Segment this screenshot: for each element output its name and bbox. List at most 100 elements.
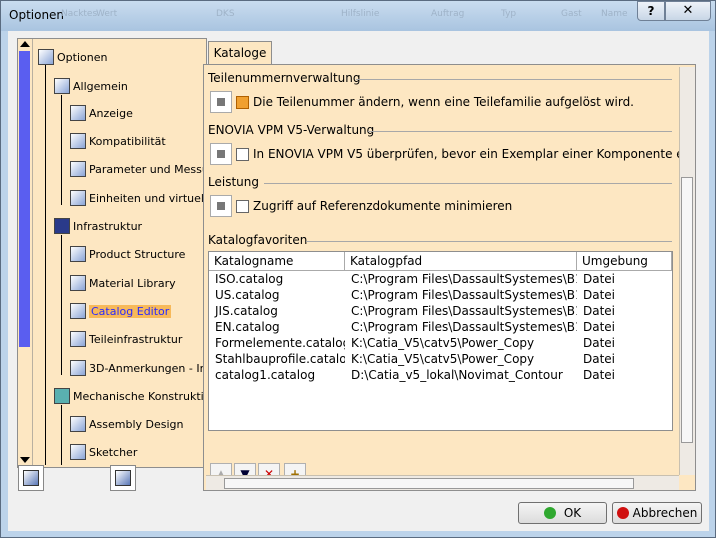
- units-icon: [70, 190, 86, 206]
- tree-item-einheiten[interactable]: Einheiten und virtuelle: [70, 188, 206, 208]
- column-header-umgebung[interactable]: Umgebung: [577, 252, 672, 270]
- change-part-number-checkbox[interactable]: [236, 95, 249, 109]
- tree-line: [61, 235, 62, 375]
- home-options-button[interactable]: [18, 465, 44, 491]
- infrastructure-icon: [54, 218, 70, 234]
- table-header: Katalogname Katalogpfad Umgebung: [209, 252, 672, 271]
- background-text: Nacktes: [61, 9, 98, 19]
- help-button[interactable]: ?: [637, 1, 665, 21]
- section-divider: [306, 241, 672, 242]
- lock-button[interactable]: [210, 91, 232, 113]
- assembly-design-icon: [70, 416, 86, 432]
- background-text: Wert: [96, 9, 118, 19]
- table-row[interactable]: catalog1.catalog D:\Catia_v5_lokal\Novima…: [209, 367, 672, 383]
- tree-item-allgemein[interactable]: Allgemein: [54, 76, 128, 96]
- tree-line: [61, 405, 62, 465]
- tab-kataloge[interactable]: Kataloge: [208, 41, 272, 65]
- enovia-check-checkbox[interactable]: [236, 147, 249, 161]
- part-infrastructure-icon: [70, 331, 86, 347]
- ok-button[interactable]: OK: [518, 502, 607, 524]
- tree-item-parameter[interactable]: Parameter und Messungen: [70, 159, 206, 179]
- section-divider: [368, 131, 672, 132]
- option-row-part-number: Die Teilenummer ändern, wenn eine Teilef…: [210, 91, 634, 113]
- tree-item-kompatibilitaet[interactable]: Kompatibilität: [70, 131, 166, 151]
- change-part-number-label: Die Teilenummer ändern, wenn eine Teilef…: [253, 95, 634, 109]
- tree-item-3d-anmerkungen[interactable]: 3D-Anmerkungen - Infrastruktur: [70, 358, 206, 378]
- options-tree: Optionen Allgemein Anzeige Kompatibilitä…: [17, 38, 207, 468]
- table-row[interactable]: Formelemente.catalog K:\Catia_V5\catv5\Po…: [209, 335, 672, 351]
- ok-icon: [543, 507, 556, 519]
- background-text: DKS: [216, 9, 235, 19]
- table-row[interactable]: EN.catalog C:\Program Files\DassaultSyste…: [209, 319, 672, 335]
- tree-line: [61, 95, 62, 205]
- table-row[interactable]: Stahlbauprofile.catalog K:\Catia_V5\catv5…: [209, 351, 672, 367]
- sketcher-icon: [70, 444, 86, 460]
- option-row-enovia: In ENOVIA VPM V5 überprüfen, bevor ein E…: [210, 143, 695, 165]
- section-divider: [356, 79, 672, 80]
- export-options-icon: [115, 470, 131, 486]
- options-root-icon: [38, 49, 54, 65]
- background-text: Name: [601, 9, 628, 19]
- vertical-scroll-thumb[interactable]: [681, 177, 693, 443]
- lock-button[interactable]: [210, 195, 232, 217]
- scroll-down-arrow-icon[interactable]: [20, 457, 30, 463]
- minimize-access-label: Zugriff auf Referenzdokumente minimieren: [253, 199, 513, 213]
- cancel-button[interactable]: Abbrechen: [612, 502, 702, 524]
- column-header-katalogname[interactable]: Katalogname: [209, 252, 345, 270]
- tree-item-teileinfrastruktur[interactable]: Teileinfrastruktur: [70, 329, 182, 349]
- export-options-button[interactable]: [110, 465, 136, 491]
- table-row[interactable]: US.catalog C:\Program Files\DassaultSyste…: [209, 287, 672, 303]
- catalog-favorites-table: Katalogname Katalogpfad Umgebung ISO.cat…: [208, 251, 673, 431]
- horizontal-scroll-thumb[interactable]: [224, 478, 634, 489]
- section-title-enovia: ENOVIA VPM V5-Verwaltung: [208, 123, 375, 137]
- table-row[interactable]: ISO.catalog C:\Program Files\DassaultSyst…: [209, 271, 672, 287]
- tree-item-infrastruktur[interactable]: Infrastruktur: [54, 216, 142, 236]
- lock-button[interactable]: [210, 143, 232, 165]
- 3d-annotations-icon: [70, 360, 86, 376]
- tree-line: [45, 65, 46, 465]
- minimize-access-checkbox[interactable]: [236, 199, 249, 213]
- material-library-icon: [70, 275, 86, 291]
- background-text: Hilfslinie: [341, 9, 380, 19]
- tree-item-mechanische-konstruktion[interactable]: Mechanische Konstruktion: [54, 386, 206, 406]
- close-button[interactable]: ✕: [665, 1, 711, 21]
- section-title-performance: Leistung: [208, 175, 259, 189]
- column-header-katalogpfad[interactable]: Katalogpfad: [345, 252, 577, 270]
- panel-vertical-scrollbar[interactable]: [679, 67, 695, 475]
- mechanical-design-icon: [54, 388, 70, 404]
- tree-item-optionen[interactable]: Optionen: [38, 47, 107, 67]
- parameters-icon: [70, 161, 86, 177]
- table-row[interactable]: JIS.catalog C:\Program Files\DassaultSyst…: [209, 303, 672, 319]
- dialog-client: Optionen Allgemein Anzeige Kompatibilitä…: [8, 31, 709, 531]
- catalog-editor-icon: [70, 303, 86, 319]
- background-text: Auftrag: [431, 9, 465, 19]
- tab-container: Kataloge Teilenummernverwaltung Die Teil…: [203, 41, 698, 491]
- scroll-up-arrow-icon[interactable]: [20, 41, 30, 47]
- title-bar[interactable]: Optionen Nacktes Wert DKS Hilfslinie Auf…: [1, 1, 715, 31]
- panel-horizontal-scrollbar[interactable]: [206, 475, 679, 490]
- display-icon: [70, 105, 86, 121]
- section-title-favorites: Katalogfavoriten: [208, 233, 308, 247]
- dialog-title: Optionen: [9, 8, 65, 22]
- tab-panel-kataloge: Teilenummernverwaltung Die Teilenummer ä…: [203, 64, 696, 491]
- tree-item-product-structure[interactable]: Product Structure: [70, 244, 185, 264]
- tree-item-catalog-editor[interactable]: Catalog Editor: [70, 301, 172, 321]
- cancel-icon: [616, 507, 629, 519]
- background-text: Gast: [561, 9, 582, 19]
- tree-scrollbar[interactable]: [18, 39, 33, 467]
- tree-item-sketcher[interactable]: Sketcher: [70, 442, 137, 462]
- compatibility-icon: [70, 133, 86, 149]
- option-row-performance: Zugriff auf Referenzdokumente minimieren: [210, 195, 512, 217]
- section-divider: [264, 183, 672, 184]
- background-text: Typ: [501, 9, 517, 19]
- tree-scroll-thumb[interactable]: [19, 51, 30, 347]
- product-structure-icon: [70, 246, 86, 262]
- options-dialog: Optionen Nacktes Wert DKS Hilfslinie Auf…: [0, 0, 716, 538]
- tree-item-anzeige[interactable]: Anzeige: [70, 103, 133, 123]
- tree-item-material-library[interactable]: Material Library: [70, 273, 176, 293]
- enovia-check-label: In ENOVIA VPM V5 überprüfen, bevor ein E…: [253, 147, 695, 161]
- general-icon: [54, 78, 70, 94]
- home-options-icon: [23, 470, 39, 486]
- tree-item-assembly-design[interactable]: Assembly Design: [70, 414, 184, 434]
- section-title-part-number: Teilenummernverwaltung: [208, 71, 361, 85]
